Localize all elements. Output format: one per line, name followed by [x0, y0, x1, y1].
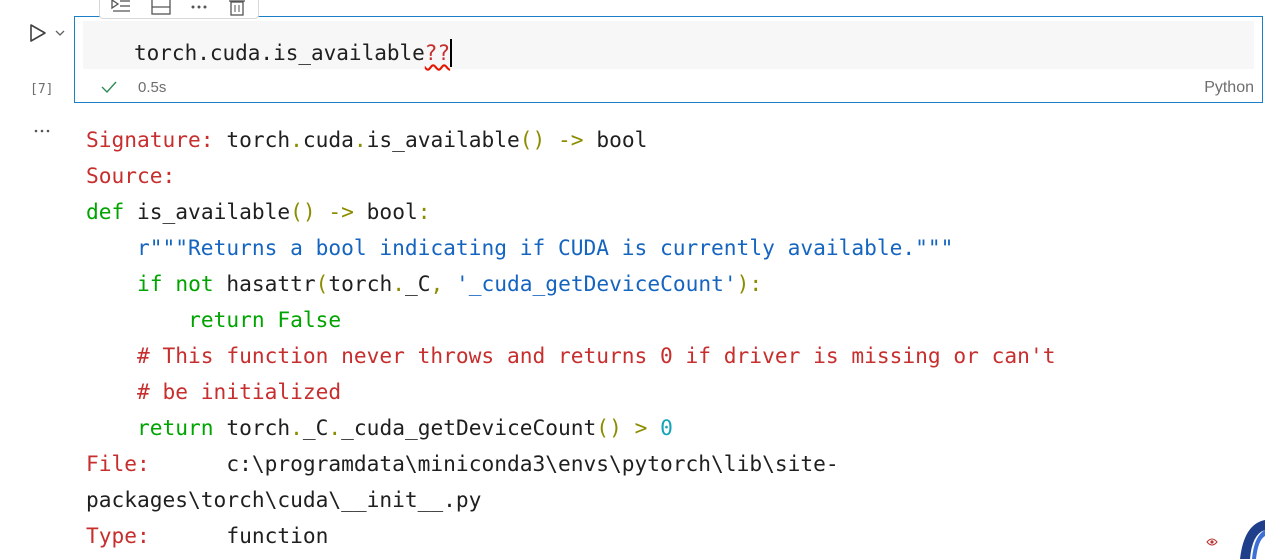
code-editor[interactable]: torch.cuda.is_available??: [83, 21, 1254, 69]
source-line: return torch._C._cuda_getDeviceCount() >…: [137, 415, 673, 440]
source-line: def is_available() -> bool:: [86, 199, 431, 224]
run-options-button[interactable]: [54, 26, 66, 38]
cell-status-bar: 0.5s Python: [75, 73, 1262, 101]
type-value: function: [226, 523, 329, 548]
code-line: torch.cuda.is_available??: [134, 39, 453, 67]
signature-line: Signature: torch.cuda.is_available() -> …: [86, 122, 1256, 158]
source-line: # This function never throws and returns…: [86, 343, 1056, 368]
code-cell[interactable]: torch.cuda.is_available?? 0.5s Python: [74, 16, 1263, 103]
cell-toolbar: [99, 0, 259, 19]
split-cell-icon[interactable]: [150, 0, 172, 16]
text-cursor: [450, 39, 453, 67]
execution-count: [7]: [30, 82, 54, 97]
mascot-icon: [1240, 520, 1265, 559]
chevron-down-icon: [55, 30, 65, 36]
source-line: # be initialized: [86, 379, 342, 404]
cell-language[interactable]: Python: [1204, 79, 1254, 97]
sticker-icon: [1206, 538, 1218, 546]
file-value: c:\programdata\miniconda3\envs\pytorch\l…: [226, 451, 839, 476]
output-more-icon[interactable]: [32, 124, 54, 136]
run-by-line-icon[interactable]: [110, 0, 132, 16]
code-text: torch.cuda.is_available: [134, 41, 425, 65]
code-suffix: ??: [424, 41, 451, 65]
delete-icon[interactable]: [226, 0, 248, 16]
more-icon[interactable]: [188, 0, 210, 16]
cell-output: Signature: torch.cuda.is_available() -> …: [86, 122, 1256, 554]
type-label: Type:: [86, 523, 150, 548]
source-line: return False: [188, 307, 342, 332]
run-controls: [28, 22, 74, 46]
file-line-continued: packages\torch\cuda\__init__.py: [86, 487, 482, 512]
source-line: if not hasattr(torch._C, '_cuda_getDevic…: [137, 271, 763, 296]
source-label-line: Source:: [86, 158, 1256, 194]
file-label: File:: [86, 451, 150, 476]
run-cell-button[interactable]: [28, 22, 50, 44]
type-line: Type: function: [86, 518, 1256, 554]
source-label: Source:: [86, 163, 176, 188]
signature-value: torch.cuda.is_available() -> bool: [226, 127, 648, 152]
play-icon: [30, 24, 46, 42]
execution-duration: 0.5s: [138, 79, 167, 96]
source-line: r"""Returns a bool indicating if CUDA is…: [137, 235, 954, 260]
signature-label: Signature:: [86, 127, 214, 152]
file-line: File: c:\programdata\miniconda3\envs\pyt…: [86, 446, 1256, 482]
check-icon: [101, 79, 117, 95]
